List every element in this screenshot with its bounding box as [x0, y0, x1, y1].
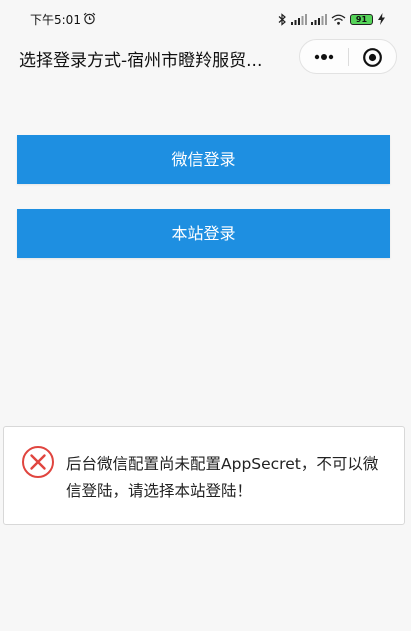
status-time: 下午5:01	[30, 13, 81, 27]
notice-message: 后台微信配置尚未配置AppSecret，不可以微信登陆，请选择本站登陆！	[66, 455, 379, 500]
close-target-icon[interactable]	[362, 47, 383, 68]
bluetooth-icon	[278, 12, 286, 26]
page-title: 选择登录方式-宿州市瞪羚服贸...	[19, 51, 263, 71]
wifi-icon	[331, 14, 346, 25]
error-notice: 后台微信配置尚未配置AppSecret，不可以微信登陆，请选择本站登陆！	[3, 426, 405, 525]
site-login-button[interactable]: 本站登录	[17, 209, 390, 258]
status-bar: 下午5:01 91	[0, 0, 411, 36]
nav-bar: 选择登录方式-宿州市瞪羚服贸...	[0, 36, 411, 80]
wechat-login-button[interactable]: 微信登录	[17, 135, 390, 184]
miniprogram-capsule	[299, 39, 397, 74]
battery-icon: 91	[350, 13, 373, 25]
more-dots-icon[interactable]	[311, 48, 337, 66]
status-icons: 91	[278, 11, 386, 27]
charging-icon	[378, 13, 385, 25]
signal-icon-2	[311, 13, 327, 25]
error-circle-icon	[22, 446, 54, 478]
screen: 下午5:01 91 选择登录方式-宿州市瞪羚服贸... 微信登录 本站登录 后台…	[0, 0, 411, 631]
capsule-divider	[348, 48, 349, 66]
signal-icon-1	[291, 13, 307, 25]
alarm-clock-icon	[83, 12, 96, 25]
